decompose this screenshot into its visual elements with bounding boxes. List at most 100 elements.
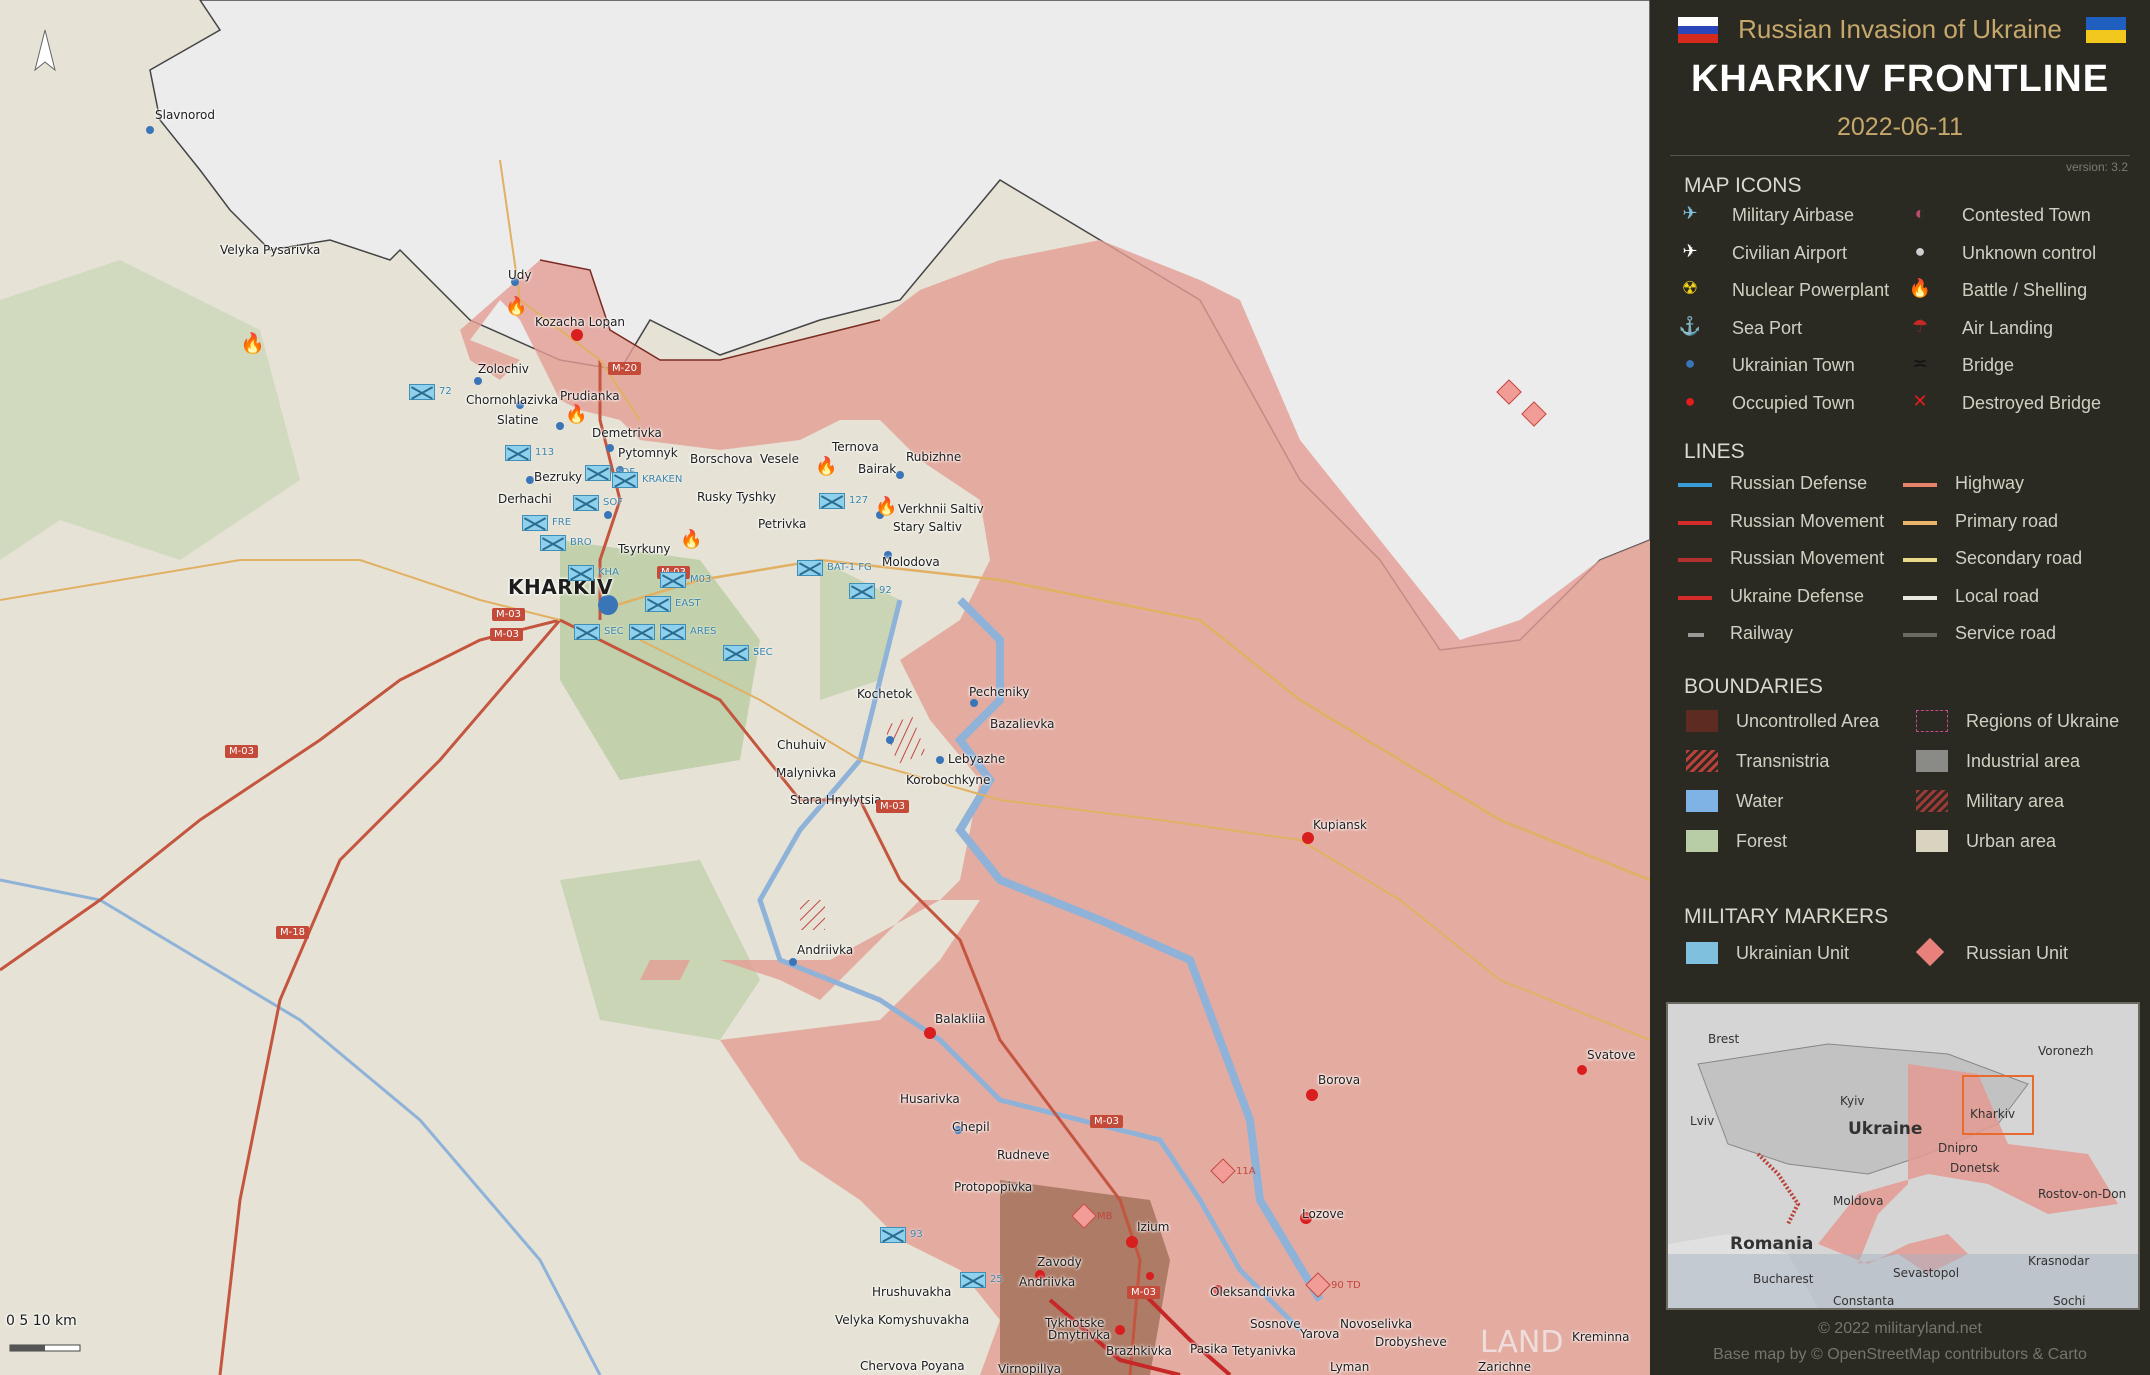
ukrainian-unit-icon[interactable] <box>797 560 823 576</box>
town-label: Virnopillya <box>998 1362 1062 1375</box>
legend-item-label: Secondary road <box>1955 548 2083 568</box>
road-shield: M-03 <box>490 628 523 641</box>
inset-place-label: Sochi <box>2053 1294 2086 1308</box>
ukrainian-unit-icon[interactable] <box>573 495 599 511</box>
legend-item-label: Local road <box>1955 585 2040 606</box>
line-swatch <box>1688 633 1704 637</box>
town-label: Yarova <box>1300 1327 1340 1341</box>
town-label: Rusky Tyshky <box>697 490 777 504</box>
fire-icon: 🔥 <box>240 331 265 355</box>
red-dot-icon: ● <box>1684 390 1696 411</box>
nuclear-icon: ☢ <box>1681 278 1699 298</box>
town-label: Lebyazhe <box>948 752 1006 766</box>
page-title: KHARKIV FRONTLINE <box>1690 58 2110 100</box>
fire-icon: 🔥 <box>1908 278 1932 298</box>
town-label: Rubizhne <box>906 450 962 464</box>
gray-dot-icon: ● <box>1914 240 1926 261</box>
town-label: Derhachi <box>498 492 552 506</box>
contested-dot-icon: ◐ <box>1914 203 1926 223</box>
ukrainian-unit-icon[interactable] <box>574 624 600 640</box>
town-label: Chuhuiv <box>777 738 827 752</box>
town-label: Pecheniky <box>969 685 1030 699</box>
ukrainian-unit-icon[interactable] <box>409 384 435 400</box>
unit-label: MB <box>1097 1211 1113 1222</box>
inset-place-label: Brest <box>1708 1032 1740 1046</box>
town-label: Ternova <box>832 440 879 454</box>
town-label: Demetrivka <box>592 426 662 440</box>
ukrainian-unit-icon[interactable] <box>660 572 686 588</box>
ukrainian-unit-icon[interactable] <box>819 493 845 509</box>
legend-item-label: Russian Unit <box>1966 943 2069 963</box>
fire-icon: 🔥 <box>680 528 702 550</box>
ukrainian-unit-icon[interactable] <box>540 535 566 551</box>
line-swatch <box>1903 520 1937 525</box>
ukrainian-unit-icon <box>1686 942 1718 964</box>
unit-label: 5 <box>753 647 760 658</box>
unit-label: 25 <box>990 1274 1003 1285</box>
legend-item-label: Regions of Ukraine <box>1966 711 2120 731</box>
inset-place-label: Bucharest <box>1753 1272 1814 1286</box>
line-swatch <box>1903 483 1937 487</box>
ukrainian-unit-icon[interactable] <box>522 515 548 531</box>
watermark: LAND <box>1480 1325 1564 1360</box>
town-label: Tetyanivka <box>1232 1344 1296 1358</box>
ukrainian-unit-icon[interactable] <box>568 565 594 581</box>
town-label: Lozove <box>1302 1207 1344 1221</box>
legend-item-label: Russian Defense <box>1730 473 1868 493</box>
unit-label: 127 <box>849 495 869 506</box>
unit-label: BRO <box>570 537 592 548</box>
boundary-swatch <box>1916 830 1948 852</box>
unit-label: BAT-1 FG <box>827 562 872 573</box>
legend-item-label: Destroyed Bridge <box>1962 392 2102 413</box>
town-label: Prudianka <box>560 389 620 403</box>
unit-label: ARES <box>690 626 717 637</box>
town-label: Velyka Pysarivka <box>220 243 321 257</box>
town-label: Tsyrkuny <box>618 542 671 556</box>
ukrainian-unit-icon[interactable] <box>612 472 638 488</box>
unit-label: KRAKEN <box>642 474 683 485</box>
legend-item-label: Military Airbase <box>1732 205 1855 225</box>
ukrainian-unit-icon[interactable] <box>585 465 611 481</box>
inset-place-label: Sevastopol <box>1893 1266 1960 1280</box>
town-label: Brazhkivka <box>1106 1344 1172 1358</box>
line-swatch <box>1678 595 1712 600</box>
town-label: Andriivka <box>797 943 854 957</box>
bridge-icon: ≍ <box>1912 353 1928 373</box>
town-label: Protopopivka <box>954 1180 1033 1194</box>
town-label: Stara Hnylytsia <box>790 793 882 807</box>
unit-label: SOF <box>603 497 623 508</box>
russian-unit-icon <box>1915 937 1945 967</box>
town-label: Lyman <box>1330 1360 1370 1374</box>
town-label: Stary Saltiv <box>893 520 962 534</box>
boundary-swatch <box>1916 710 1948 732</box>
lines-heading: LINES <box>1684 440 1745 463</box>
line-swatch <box>1678 520 1712 525</box>
ukrainian-unit-icon[interactable] <box>880 1227 906 1243</box>
town-label: Dmytrivka <box>1048 1328 1111 1342</box>
boundaries-heading: BOUNDARIES <box>1684 675 1823 698</box>
legend-item-label: Water <box>1736 791 1784 811</box>
town-label: Andriivka <box>1019 1275 1076 1289</box>
legend-item-label: Ukraine Defense <box>1730 585 1865 606</box>
town-label: Svatove <box>1587 1048 1636 1062</box>
ukrainian-unit-icon[interactable] <box>849 583 875 599</box>
town-label: Borova <box>1318 1073 1361 1087</box>
map-view[interactable]: 🔥 🔥 🔥 🔥 🔥 🔥 LAND N 0 5 10 km KHARKIV Sla… <box>0 0 1650 1375</box>
map-canvas: 🔥 🔥 🔥 🔥 🔥 🔥 <box>0 0 1650 1375</box>
ukrainian-unit-icon[interactable] <box>645 596 671 612</box>
town-label: Pytomnyk <box>618 446 678 460</box>
ukrainian-unit-icon[interactable] <box>660 624 686 640</box>
inset-place-label: Lviv <box>1690 1114 1715 1128</box>
town-label: Slavnorod <box>155 108 215 122</box>
legend-item-label: Highway <box>1955 473 2025 493</box>
city-kharkiv: KHARKIV <box>508 575 614 599</box>
legend-item-label: Industrial area <box>1966 751 2081 771</box>
legend-item-label: Railway <box>1730 623 1794 643</box>
town-label: Vesele <box>760 452 800 466</box>
legend-item-label: Battle / Shelling <box>1962 280 2088 300</box>
ukrainian-unit-icon[interactable] <box>960 1272 986 1288</box>
ukrainian-unit-icon[interactable] <box>723 645 749 661</box>
unit-label: FRE <box>552 517 572 528</box>
ukrainian-unit-icon[interactable] <box>505 445 531 461</box>
ukrainian-unit-icon[interactable] <box>629 624 655 640</box>
